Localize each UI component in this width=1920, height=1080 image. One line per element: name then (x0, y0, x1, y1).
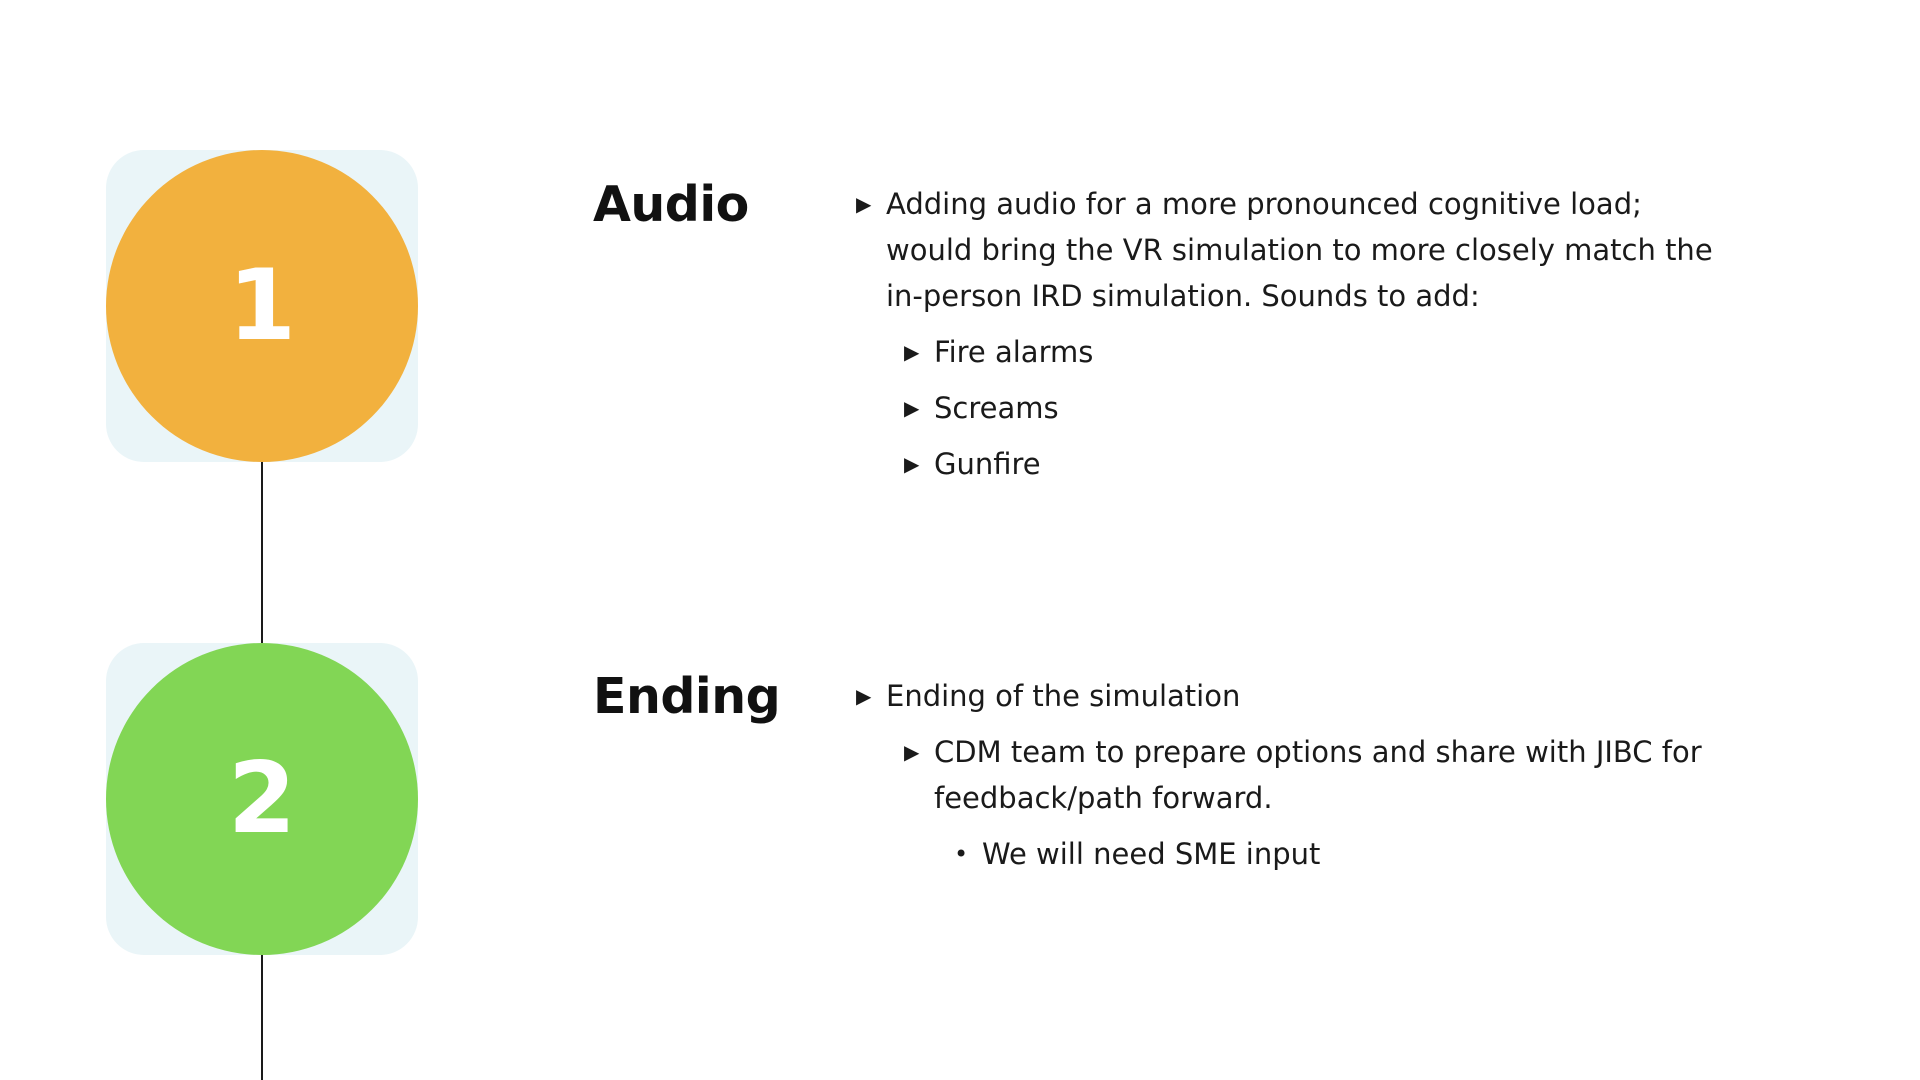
bullet-text: Gunfire (934, 447, 1041, 481)
timeline-connector-2-end (261, 954, 263, 1080)
dot-icon: • (954, 840, 969, 868)
bullet-list-audio: ▶ Adding audio for a more pronounced cog… (856, 181, 1716, 497)
bullet-text: Ending of the simulation (886, 679, 1241, 713)
bullet-item: ▶ Adding audio for a more pronounced cog… (856, 181, 1716, 319)
bullet-item: ▶ Screams (856, 385, 1716, 431)
bullet-item: ▶ Gunfire (856, 441, 1716, 487)
triangle-right-icon: ▶ (856, 192, 872, 216)
section-title-ending: Ending (593, 668, 781, 725)
bullet-item: • We will need SME input (856, 831, 1716, 877)
bullet-text: CDM team to prepare options and share wi… (934, 735, 1702, 815)
triangle-right-icon: ▶ (904, 740, 920, 764)
triangle-right-icon: ▶ (904, 396, 920, 420)
step-number-badge: 2 (106, 643, 418, 955)
timeline-connector-1-2 (261, 460, 263, 643)
triangle-right-icon: ▶ (856, 684, 872, 708)
section-title-audio: Audio (593, 176, 749, 233)
bullet-item: ▶ CDM team to prepare options and share … (856, 729, 1716, 821)
triangle-right-icon: ▶ (904, 452, 920, 476)
bullet-item: ▶ Fire alarms (856, 329, 1716, 375)
step-card-1: 1 (106, 150, 418, 462)
triangle-right-icon: ▶ (904, 340, 920, 364)
bullet-text: Fire alarms (934, 335, 1094, 369)
bullet-item: ▶ Ending of the simulation (856, 673, 1716, 719)
bullet-text: Adding audio for a more pronounced cogni… (886, 187, 1713, 313)
bullet-list-ending: ▶ Ending of the simulation ▶ CDM team to… (856, 673, 1716, 887)
step-card-2: 2 (106, 643, 418, 955)
bullet-text: We will need SME input (982, 837, 1321, 871)
step-number-badge: 1 (106, 150, 418, 462)
bullet-text: Screams (934, 391, 1059, 425)
